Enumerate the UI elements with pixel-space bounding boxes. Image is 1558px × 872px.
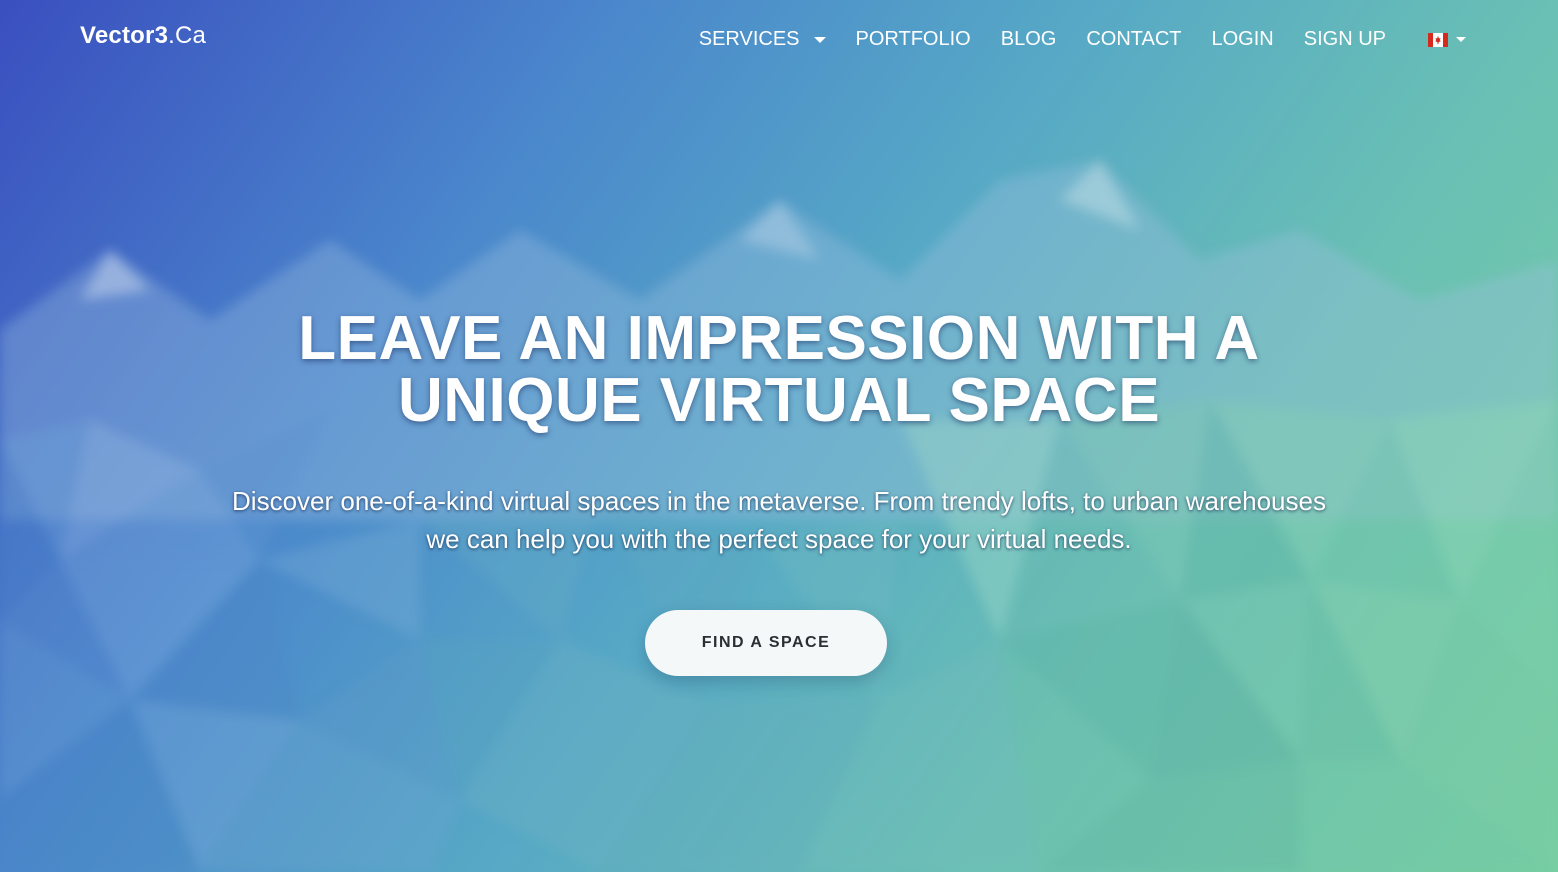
nav-item-login[interactable]: LOGIN [1212, 28, 1274, 51]
nav-menu: SERVICES PORTFOLIO BLOG CONTACT LOGIN SI… [699, 28, 1466, 51]
find-a-space-button[interactable]: FIND A SPACE [645, 610, 887, 676]
hero-title-line-2: UNIQUE VIRTUAL SPACE [397, 366, 1161, 435]
hero-subtitle: Discover one-of-a-kind virtual spaces in… [232, 486, 1326, 554]
nav-item-portfolio[interactable]: PORTFOLIO [856, 28, 971, 51]
language-dropdown[interactable] [1428, 32, 1466, 47]
brand-name-bold: Vector3 [80, 22, 169, 49]
hero-title: LEAVE AN IMPRESSION WITH A UNIQUE VIRTUA… [229, 308, 1329, 432]
nav-item-services[interactable]: SERVICES [699, 28, 826, 51]
chevron-down-icon [1456, 37, 1466, 42]
nav-item-sign-up[interactable]: SIGN UP [1304, 28, 1386, 51]
canada-flag-icon [1428, 32, 1448, 47]
chevron-down-icon [813, 36, 826, 43]
top-navbar: Vector3.Ca SERVICES PORTFOLIO BLOG CONTA… [0, 0, 1558, 80]
hero-section: LEAVE AN IMPRESSION WITH A UNIQUE VIRTUA… [0, 308, 1558, 558]
hero-title-line-1: LEAVE AN IMPRESSION WITH A [298, 304, 1260, 373]
brand-logo-link[interactable]: Vector3.Ca [80, 22, 206, 50]
brand-name-suffix: .Ca [168, 22, 207, 49]
nav-item-contact[interactable]: CONTACT [1086, 28, 1181, 51]
nav-item-services-label: SERVICES [698, 28, 800, 50]
nav-item-blog[interactable]: BLOG [1001, 28, 1057, 51]
